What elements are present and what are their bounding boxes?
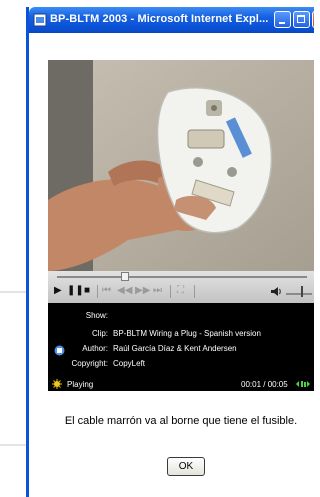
playing-status-icon [52, 379, 62, 389]
play-icon[interactable]: ▶ [54, 286, 62, 296]
ie-page-icon [33, 13, 47, 27]
close-button[interactable] [312, 11, 314, 28]
fullscreen-icon[interactable]: ⛶ [177, 286, 184, 296]
clip-info-panel: Show: Clip: BP-BLTM Wiring a Plug - Span… [48, 303, 314, 377]
minimize-icon [279, 22, 285, 24]
previous-icon[interactable]: ⏮ [102, 286, 111, 296]
video-image [48, 60, 314, 271]
pause-icon[interactable]: ❚❚ [67, 286, 84, 296]
seek-thumb[interactable] [120, 272, 129, 281]
copyright-label: Copyright: [71, 359, 108, 368]
copyright-value: CopyLeft [113, 359, 146, 368]
show-label: Show: [85, 311, 108, 320]
playback-time: 00:01 / 00:05 [241, 380, 288, 389]
player-status-bar: Playing 00:01 / 00:05 [48, 377, 314, 391]
clip-value: BP-BLTM Wiring a Plug - Spanish version [113, 329, 261, 338]
minimize-button[interactable] [274, 11, 291, 28]
ok-button[interactable]: OK [167, 457, 205, 476]
maximize-icon [297, 15, 305, 23]
author-label: Author: [82, 344, 108, 353]
caption-message: El cable marrón va al borne que tiene el… [64, 415, 298, 427]
control-divider [170, 285, 171, 298]
fast-forward-icon[interactable]: ▶▶ [135, 286, 150, 296]
clip-label: Clip: [91, 329, 108, 338]
window-title: BP-BLTM 2003 - Microsoft Internet Expl..… [50, 13, 269, 25]
seek-bar[interactable] [57, 276, 307, 278]
author-value: Raúl García Díaz & Kent Andersen [113, 344, 237, 353]
rewind-icon[interactable]: ◀◀ [117, 286, 132, 296]
title-bar[interactable]: BP-BLTM 2003 - Microsoft Internet Expl..… [29, 7, 314, 33]
playback-status: Playing [67, 380, 94, 389]
volume-thumb[interactable] [301, 286, 303, 297]
player-controls: ▶ ❚❚ ■ ⏮ ◀◀ ▶▶ ⏭ ⛶ [48, 271, 314, 303]
control-divider [194, 285, 195, 298]
video-frame[interactable] [48, 60, 314, 271]
stop-icon[interactable]: ■ [84, 286, 90, 296]
next-icon[interactable]: ⏭ [153, 286, 162, 296]
quality-indicator-icon [296, 381, 310, 387]
browser-popup-window: BP-BLTM 2003 - Microsoft Internet Expl..… [26, 7, 314, 497]
maximize-button[interactable] [293, 11, 310, 28]
volume-slider[interactable] [286, 293, 312, 295]
volume-icon[interactable] [270, 286, 282, 297]
control-divider [97, 285, 98, 298]
